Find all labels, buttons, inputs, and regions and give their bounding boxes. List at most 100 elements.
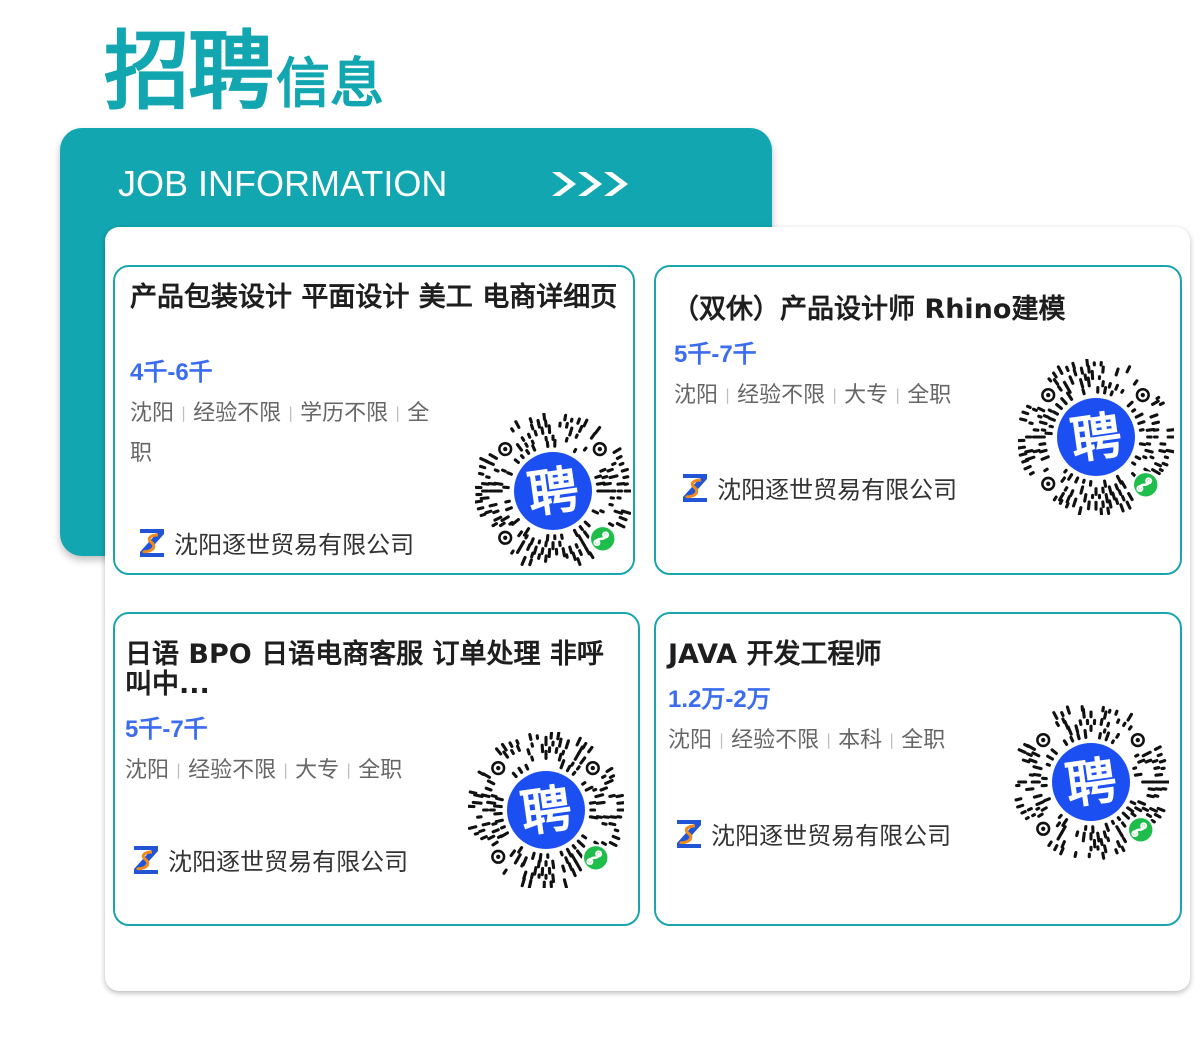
qr-ray — [1127, 491, 1134, 502]
qr-ray — [1052, 371, 1058, 379]
company-logo-icon — [134, 845, 158, 874]
qr-ray — [1132, 766, 1138, 771]
qr-ray — [505, 506, 513, 512]
qr-ray — [1023, 742, 1030, 748]
qr-ray — [564, 856, 570, 864]
qr-ray — [571, 551, 577, 562]
qr-ray — [578, 525, 584, 532]
qr-ray — [599, 509, 605, 514]
qr-ray — [608, 474, 619, 480]
job-tags: 沈阳 | 经验不限 | 本科 | 全职 — [668, 720, 1008, 761]
qr-ray — [1101, 851, 1106, 860]
qr-ray — [1014, 797, 1023, 802]
qr-ray — [493, 468, 500, 473]
company-row[interactable]: 沈阳逐世贸易有限公司 — [674, 816, 951, 852]
qr-ray — [581, 741, 588, 750]
qr-ray — [1101, 380, 1105, 388]
job-salary: 5千-7千 — [674, 341, 757, 368]
qr-ray — [1102, 728, 1107, 734]
job-card[interactable]: JAVA 开发工程师 1.2万-2万 沈阳 | 经验不限 | 本科 | 全职 沈阳逐世贸易有… — [654, 612, 1182, 926]
job-tag-location: 沈阳 — [674, 383, 719, 408]
qr-ray — [479, 496, 490, 501]
page-title-sub: 信息 — [276, 52, 384, 115]
qr-ray — [605, 766, 614, 774]
qr-ray — [1047, 377, 1053, 383]
qr-ray — [561, 749, 566, 756]
qr-ray — [1156, 752, 1163, 758]
qr-ray — [1018, 445, 1027, 450]
qr-ray — [1076, 732, 1081, 741]
qr-ray — [1126, 806, 1135, 813]
qr-code[interactable]: 聘 — [1018, 359, 1174, 515]
qr-code[interactable]: 聘 — [1013, 704, 1169, 860]
qr-ray — [480, 482, 490, 486]
qr-ray — [1043, 797, 1051, 803]
company-row[interactable]: 沈阳逐世贸易有限公司 — [137, 525, 414, 561]
qr-ray — [1016, 803, 1025, 809]
job-card[interactable]: 日语 BPO 日语电商客服 订单处理 非呼叫中... 5千-7千 沈阳 | 经验不限… — [113, 612, 640, 926]
job-card[interactable]: 产品包装设计 平面设计 美工 电商详细页 4千-6千 沈阳 | 经验不限 | 学历不限 |… — [113, 265, 635, 575]
qr-ray — [561, 864, 566, 873]
job-tag-education: 大专 — [295, 758, 340, 783]
company-row[interactable]: 沈阳逐世贸易有限公司 — [131, 842, 408, 878]
qr-ray — [1122, 721, 1127, 728]
qr-ray — [1019, 417, 1028, 422]
qr-code[interactable]: 聘 — [475, 413, 631, 569]
qr-ray — [1120, 388, 1125, 394]
qr-ray — [562, 878, 568, 888]
qr-ray — [1032, 765, 1043, 771]
qr-ray — [1134, 412, 1144, 419]
tag-separator: | — [832, 386, 838, 404]
qr-ray — [526, 543, 532, 551]
qr-ray — [492, 804, 503, 809]
qr-ray — [1111, 491, 1117, 501]
qr-ray — [577, 864, 583, 872]
qr-ray — [1052, 378, 1060, 386]
qr-ray — [615, 522, 626, 529]
qr-ray — [531, 851, 536, 861]
qr-code[interactable]: 聘 — [468, 732, 624, 888]
mini-program-badge-icon — [589, 525, 617, 553]
qr-ray — [484, 786, 493, 792]
qr-ray — [486, 779, 496, 786]
qr-ray — [530, 551, 535, 559]
qr-ray — [1085, 359, 1090, 367]
qr-ray — [1121, 495, 1126, 502]
qr-ray — [528, 417, 533, 424]
qr-ray — [583, 520, 591, 528]
qr-ray — [559, 759, 566, 770]
qr-ray — [1115, 732, 1120, 739]
job-tag-location: 沈阳 — [668, 728, 713, 753]
qr-ray — [519, 454, 525, 460]
page-title: 招聘信息 — [104, 24, 384, 120]
qr-ray — [478, 464, 487, 470]
qr-ray — [578, 549, 583, 557]
qr-ray — [1055, 821, 1062, 828]
job-salary: 1.2万-2万 — [668, 686, 771, 713]
qr-ray — [504, 499, 511, 504]
qr-ray — [1102, 844, 1108, 854]
qr-ray — [1165, 448, 1174, 454]
qr-ray — [1120, 845, 1126, 853]
company-logo-icon — [683, 473, 707, 502]
qr-ray — [601, 475, 609, 480]
job-title: 日语 BPO 日语电商客服 订单处理 非呼叫中... — [125, 639, 604, 700]
qr-ray — [468, 790, 478, 795]
qr-ray — [533, 429, 538, 437]
qr-ray — [486, 800, 497, 805]
qr-ray — [1138, 442, 1147, 447]
job-card[interactable]: （双休）产品设计师 Rhino建模 5千-7千 沈阳 | 经验不限 | 大专 | 全职 沈阳… — [654, 265, 1182, 575]
qr-ray — [530, 755, 535, 762]
qr-ray — [1060, 397, 1068, 406]
tag-separator: | — [176, 761, 182, 779]
qr-ray — [1110, 819, 1115, 825]
company-row[interactable]: 沈阳逐世贸易有限公司 — [680, 470, 957, 506]
qr-ray — [1104, 731, 1111, 742]
qr-ray — [1106, 836, 1111, 843]
qr-ray — [481, 821, 491, 827]
qr-ray — [582, 530, 590, 539]
qr-ray — [576, 839, 586, 848]
qr-ray — [524, 763, 530, 771]
job-title: JAVA 开发工程师 — [668, 639, 882, 670]
qr-ray — [529, 537, 535, 546]
